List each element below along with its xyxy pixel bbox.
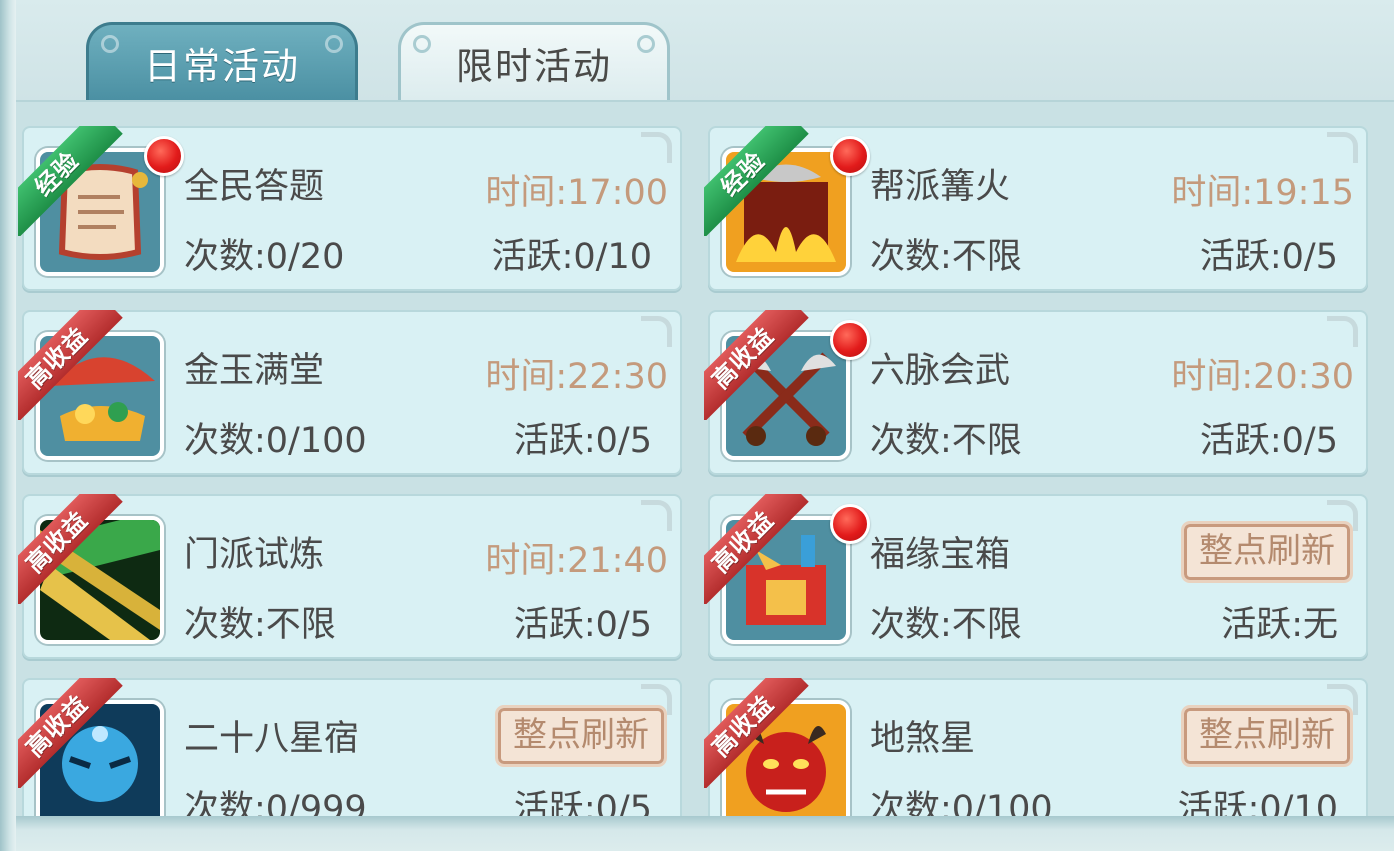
tab-corner-decoration [413, 35, 431, 53]
activity-count: 次数:0/100 [184, 421, 367, 461]
activity-count: 次数:不限 [184, 605, 336, 645]
notification-dot [830, 504, 870, 544]
corner-decoration [641, 316, 672, 347]
tab-limited-activities[interactable]: 限时活动 [398, 22, 670, 100]
notification-dot [144, 136, 184, 176]
activity-card[interactable]: 高收益 六脉会武 时间:20:30 次数:不限 活跃:0/5 [704, 310, 1368, 475]
tag-ribbon: 经验 [704, 126, 814, 236]
activity-list[interactable]: 经验 全民答题 时间:17:00 次数:0/20 活跃:0/10 经验 帮派篝火… [16, 100, 1394, 816]
activity-points: 活跃:0/5 [513, 421, 652, 461]
activity-count: 次数:不限 [870, 605, 1022, 645]
activity-name: 金玉满堂 [184, 351, 325, 391]
activity-time: 时间:17:00 [485, 173, 668, 213]
activity-count: 次数:0/100 [870, 789, 1053, 816]
tag-ribbon: 经验 [18, 126, 128, 236]
tag-ribbon: 高收益 [18, 678, 128, 788]
activity-card[interactable]: 经验 帮派篝火 时间:19:15 次数:不限 活跃:0/5 [704, 126, 1368, 291]
footer-band [16, 816, 1394, 851]
activity-time: 时间:19:15 [1171, 173, 1354, 213]
corner-decoration [641, 500, 672, 531]
activity-points: 活跃:0/5 [513, 605, 652, 645]
activity-count: 次数:0/999 [184, 789, 367, 816]
tag-ribbon: 高收益 [704, 678, 814, 788]
activity-points: 活跃:0/5 [1199, 237, 1338, 277]
tab-corner-decoration [637, 35, 655, 53]
hourly-refresh-badge: 整点刷新 [1181, 521, 1353, 583]
activity-time: 时间:22:30 [485, 357, 668, 397]
activity-card[interactable]: 高收益 门派试炼 时间:21:40 次数:不限 活跃:0/5 [18, 494, 682, 659]
hourly-refresh-badge: 整点刷新 [495, 705, 667, 767]
notification-dot [830, 136, 870, 176]
activity-time: 时间:20:30 [1171, 357, 1354, 397]
activity-card[interactable]: 经验 全民答题 时间:17:00 次数:0/20 活跃:0/10 [18, 126, 682, 291]
activity-card[interactable]: 高收益 地煞星 整点刷新 次数:0/100 活跃:0/10 [704, 678, 1368, 816]
tag-ribbon: 高收益 [704, 310, 814, 420]
activity-count: 次数:不限 [870, 237, 1022, 277]
activity-name: 福缘宝箱 [870, 535, 1011, 575]
activity-card[interactable]: 高收益 福缘宝箱 整点刷新 次数:不限 活跃:无 [704, 494, 1368, 659]
activity-points: 活跃:无 [1221, 605, 1338, 645]
tab-corner-decoration [325, 35, 343, 53]
activity-card[interactable]: 高收益 二十八星宿 整点刷新 次数:0/999 活跃:0/5 [18, 678, 682, 816]
activity-name: 全民答题 [184, 167, 325, 207]
activity-name: 帮派篝火 [870, 167, 1011, 207]
activity-time: 时间:21:40 [485, 541, 668, 581]
activity-points: 活跃:0/10 [1177, 789, 1338, 816]
tab-daily-label: 日常活动 [144, 44, 300, 88]
activity-card[interactable]: 高收益 金玉满堂 时间:22:30 次数:0/100 活跃:0/5 [18, 310, 682, 475]
tag-ribbon: 高收益 [18, 494, 128, 604]
activity-points: 活跃:0/10 [491, 237, 652, 277]
tab-corner-decoration [101, 35, 119, 53]
activity-count: 次数:0/20 [184, 237, 345, 277]
tab-daily-activities[interactable]: 日常活动 [86, 22, 358, 100]
activity-count: 次数:不限 [870, 421, 1022, 461]
notification-dot [830, 320, 870, 360]
activity-name: 地煞星 [870, 719, 976, 759]
activity-name: 二十八星宿 [184, 719, 360, 759]
corner-decoration [641, 132, 672, 163]
corner-decoration [1327, 316, 1358, 347]
hourly-refresh-badge: 整点刷新 [1181, 705, 1353, 767]
activity-name: 六脉会武 [870, 351, 1011, 391]
activity-points: 活跃:0/5 [1199, 421, 1338, 461]
left-border [0, 0, 16, 851]
tag-ribbon: 高收益 [704, 494, 814, 604]
corner-decoration [1327, 132, 1358, 163]
tab-limited-label: 限时活动 [456, 44, 612, 88]
activity-name: 门派试炼 [184, 535, 325, 575]
tag-ribbon: 高收益 [18, 310, 128, 420]
activity-points: 活跃:0/5 [513, 789, 652, 816]
